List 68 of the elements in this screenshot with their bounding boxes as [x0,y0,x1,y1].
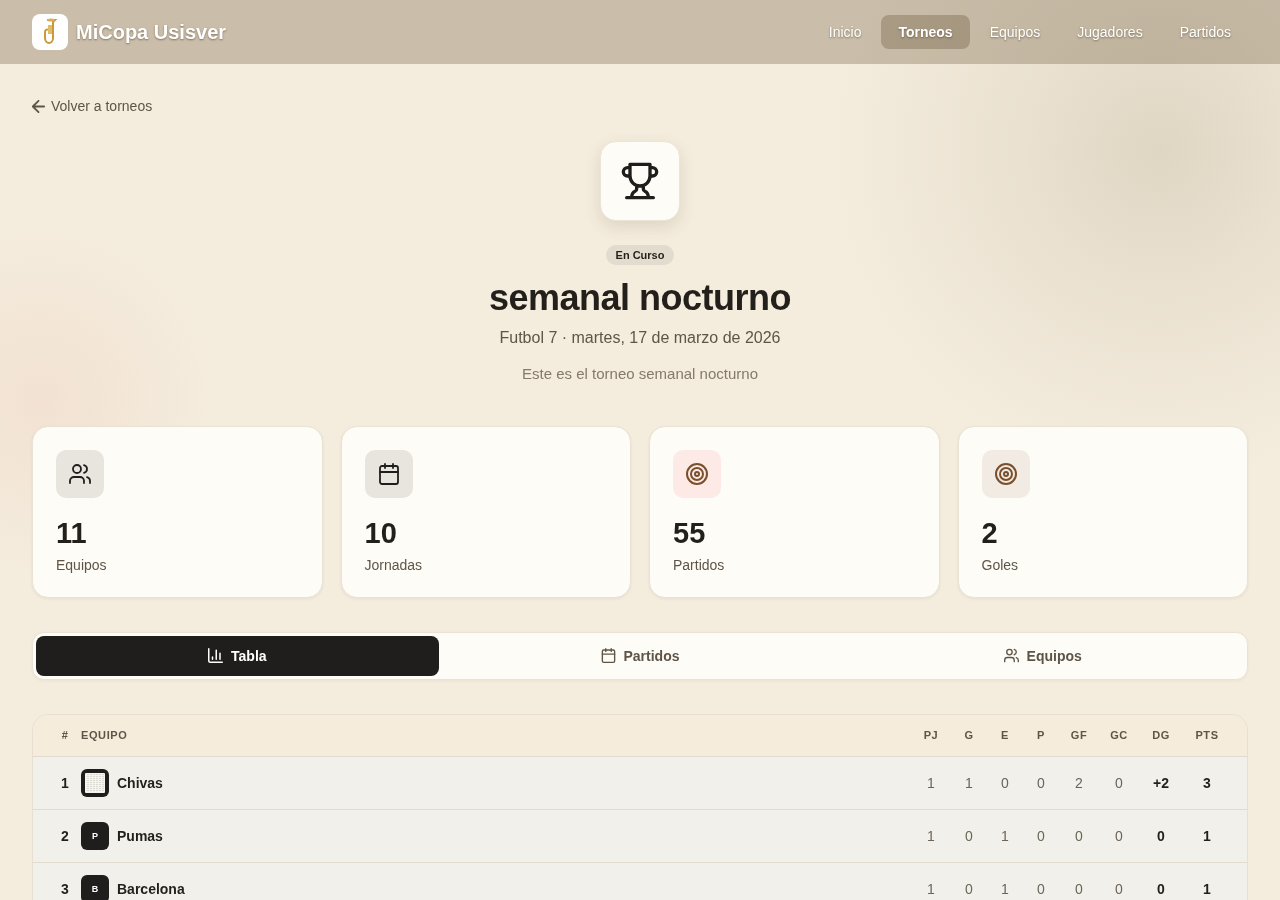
column-header: P [1036,729,1046,741]
status-badge: En Curso [605,244,675,265]
striped-crest-icon [81,768,109,797]
tab[interactable]: Equipos [841,635,1244,676]
tab[interactable]: Partidos [438,635,842,676]
table-cell-text: 3 [1202,774,1212,791]
column-header: DG [1151,729,1171,741]
table-cell-text: 1 [926,880,936,897]
table-cell-text: 1 [1202,827,1212,844]
column-header: EQUIPO [81,729,129,741]
table-row[interactable]: 2 P Pumas 1 0 1 0 0 0 0 1 [33,808,1247,862]
tournament-description: Este es el torneo semanal nocturno [522,363,758,384]
table-cell-text: 1 [1000,827,1010,844]
column-header: # [60,729,70,741]
team-crest: B [81,874,109,900]
rank-cell-text: 2 [60,827,70,844]
bar-chart-icon [208,648,224,663]
column-header: E [1000,729,1010,741]
back-link[interactable]: Volver a torneos [32,98,153,114]
table-cell-text: 0 [1114,774,1124,791]
table-cell-text: 0 [964,827,974,844]
team-name: Barcelona [117,880,185,897]
stat-label: Goles [981,555,1020,574]
stat-label: Partidos [673,555,726,574]
table-cell-text: 1 [926,774,936,791]
calendar-icon [600,648,616,663]
table-cell-text: 1 [926,827,936,844]
table-cell-text: 1 [1202,880,1212,897]
stat-label: Jornadas [364,555,424,574]
table-cell-text: 1 [1000,880,1010,897]
table-cell-text: 0 [1114,827,1124,844]
column-header: GF [1069,729,1089,741]
tournament-subtitle: Futbol 7 · martes, 17 de marzo de 2026 [499,327,781,348]
team-crest: P [81,821,109,850]
table-cell-text: 1 [964,774,974,791]
horn-logo-icon[interactable] [32,14,68,50]
table-cell-text: 0 [1000,774,1010,791]
table-cell-text: 2 [1074,774,1084,791]
stat-value: 10 [364,515,398,550]
table-cell-text: 0 [1114,880,1124,897]
table-cell-text: 0 [1036,774,1046,791]
team-name: Pumas [117,827,163,844]
column-header: PTS [1194,729,1220,741]
users-icon [1003,648,1019,663]
column-header: G [963,729,975,741]
stat-value: 11 [56,515,88,550]
stat-value: 55 [673,515,707,550]
table-cell-text: 0 [1074,880,1084,897]
arrow-left-icon [32,99,45,113]
table-cell-text: 0 [1156,827,1166,844]
trophy-icon [600,140,680,221]
stat-value: 2 [981,515,999,550]
table-cell-text: +2 [1152,774,1170,791]
table-cell-text: 0 [1156,880,1166,897]
column-header: GC [1109,729,1129,741]
rank-cell-text: 1 [60,774,70,791]
table-cell-text: 0 [1036,880,1046,897]
tab[interactable]: Tabla [36,635,439,676]
stat-label: Equipos [56,555,108,574]
table-cell-text: 0 [1036,827,1046,844]
table-row[interactable]: 3 B Barcelona 1 0 1 0 0 0 0 1 [33,861,1247,900]
rank-cell-text: 3 [60,880,70,897]
column-header: PJ [922,729,940,741]
team-name: Chivas [117,774,163,791]
tournament-title: semanal nocturno [488,276,792,319]
table-cell-text: 0 [1074,827,1084,844]
table-cell-text: 0 [964,880,974,897]
table-row[interactable]: 1 Chivas 1 1 0 0 2 0 +2 3 [33,755,1247,809]
